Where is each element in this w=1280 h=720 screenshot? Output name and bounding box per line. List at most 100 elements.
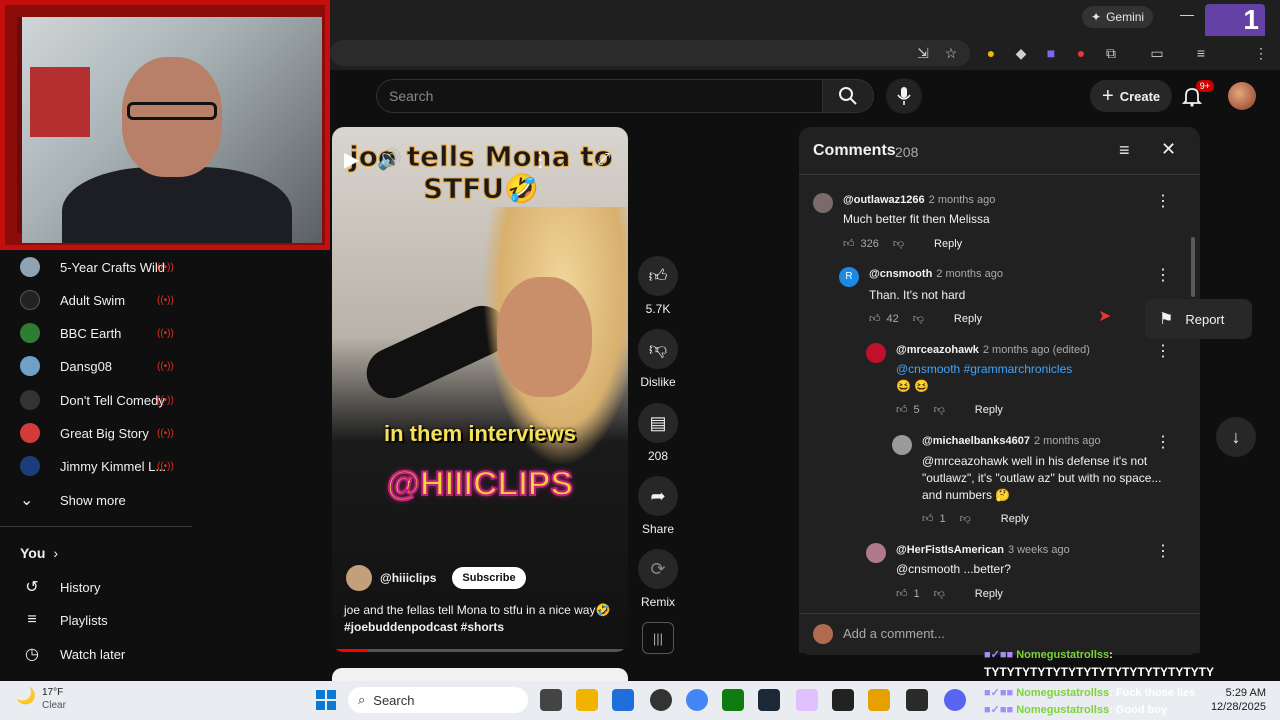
- app-icon[interactable]: [906, 689, 928, 711]
- sidebar-item-subscription[interactable]: 5-Year Crafts Wild ((•)): [20, 252, 190, 282]
- avatar[interactable]: [892, 435, 912, 455]
- voice-search-button[interactable]: [886, 78, 922, 114]
- bookmark-star-icon[interactable]: ☆: [942, 44, 960, 62]
- epic-games-icon[interactable]: [832, 689, 854, 711]
- extension-red-icon[interactable]: ●: [1072, 44, 1090, 62]
- comment-menu-icon[interactable]: ⋮: [1155, 341, 1171, 361]
- reply-button[interactable]: Reply: [954, 313, 982, 325]
- sidebar-item-watch-later[interactable]: ◷ Watch later: [20, 639, 190, 669]
- show-more-button[interactable]: ⌄ Show more: [20, 485, 190, 515]
- share-button[interactable]: ➦ Share: [638, 476, 678, 536]
- thumbs-down-icon[interactable]: 👎︎: [934, 403, 945, 416]
- like-button[interactable]: 👍︎ 5.7K: [638, 256, 678, 316]
- extension-twitch-icon[interactable]: ■: [1042, 44, 1060, 62]
- reply-button[interactable]: Reply: [1001, 513, 1029, 525]
- comment-author[interactable]: @outlawaz1266 2 months ago: [843, 194, 995, 206]
- thumbs-up-icon[interactable]: 👍︎: [843, 237, 855, 250]
- fullscreen-icon[interactable]: ⤢: [597, 151, 610, 169]
- discord-icon[interactable]: [944, 689, 966, 711]
- comment-menu-icon[interactable]: ⋮: [1155, 541, 1171, 561]
- comment-menu-icon[interactable]: ⋮: [1155, 191, 1171, 211]
- create-button[interactable]: + Create: [1090, 80, 1173, 112]
- install-icon[interactable]: ⇲: [914, 44, 932, 62]
- sidebar-item-subscription[interactable]: Don't Tell Comedy ((•)): [20, 385, 190, 415]
- more-icon[interactable]: ⋮: [530, 147, 550, 172]
- thumbs-down-icon[interactable]: 👎︎: [893, 237, 904, 250]
- task-view-icon[interactable]: [540, 689, 562, 711]
- sidebar-item-subscription[interactable]: Adult Swim ((•)): [20, 285, 190, 315]
- file-explorer-icon[interactable]: [576, 689, 598, 711]
- chrome-icon[interactable]: [686, 689, 708, 711]
- reply-button[interactable]: Reply: [975, 404, 1003, 416]
- system-clock[interactable]: 5:29 AM 12/28/2025: [1196, 686, 1266, 714]
- cast-icon[interactable]: ▭: [1148, 44, 1166, 62]
- close-icon[interactable]: ✕: [1161, 139, 1176, 160]
- reading-list-icon[interactable]: ≡: [1192, 44, 1210, 62]
- store-icon[interactable]: [612, 689, 634, 711]
- comment-author[interactable]: @cnsmooth 2 months ago: [869, 268, 1003, 280]
- subscribe-button[interactable]: Subscribe: [452, 567, 526, 589]
- comments-button[interactable]: ▤ 208: [638, 403, 678, 463]
- extension-diamond-icon[interactable]: ◆: [1012, 44, 1030, 62]
- search-button[interactable]: [822, 79, 874, 113]
- comment-menu-icon[interactable]: ⋮: [1155, 265, 1171, 285]
- audio-wave-icon[interactable]: |||: [642, 622, 674, 654]
- reply-button[interactable]: Reply: [934, 238, 962, 250]
- comment-author[interactable]: @HerFistIsAmerican 3 weeks ago: [896, 544, 1070, 556]
- reply-button[interactable]: Reply: [975, 588, 1003, 600]
- sidebar-item-subscription[interactable]: BBC Earth ((•)): [20, 318, 190, 348]
- next-video-preview[interactable]: [332, 668, 628, 682]
- thumbs-up-icon[interactable]: 👍︎: [869, 312, 881, 325]
- thumbs-down-icon[interactable]: 👎︎: [934, 587, 945, 600]
- avatar[interactable]: R: [839, 267, 859, 287]
- channel-name[interactable]: @hiiiclips: [380, 571, 436, 585]
- weather-icon[interactable]: 🌙: [16, 686, 36, 706]
- app-icon[interactable]: [796, 689, 818, 711]
- remix-button[interactable]: ⟳ Remix: [638, 549, 678, 609]
- search-input[interactable]: Search: [376, 79, 822, 113]
- comment-author[interactable]: @michaelbanks4607 2 months ago: [922, 435, 1101, 447]
- sort-icon[interactable]: ≡: [1119, 140, 1130, 161]
- play-icon[interactable]: ▶: [344, 147, 359, 172]
- you-section-header[interactable]: You ›: [20, 538, 190, 568]
- volume-icon[interactable]: 🔊: [377, 147, 402, 172]
- sidebar-item-subscription[interactable]: Great Big Story ((•)): [20, 418, 190, 448]
- taskbar-search[interactable]: ⌕ Search: [348, 687, 528, 713]
- channel-avatar[interactable]: [346, 565, 372, 591]
- account-avatar[interactable]: [1228, 82, 1256, 110]
- app-icon[interactable]: [868, 689, 890, 711]
- comment-author[interactable]: @mrceazohawk 2 months ago (edited): [896, 344, 1090, 356]
- sidebar-item-subscription[interactable]: Dansg08 ((•)): [20, 351, 190, 381]
- sidebar-item-playlists[interactable]: ≡ Playlists: [20, 605, 190, 635]
- sidebar-item-history[interactable]: ↺ History: [20, 572, 190, 602]
- extension-colorpicker-icon[interactable]: ●: [982, 44, 1000, 62]
- video-hashtags[interactable]: #joebuddenpodcast #shorts: [344, 619, 619, 636]
- weather-widget[interactable]: 17°F Clear: [42, 686, 66, 712]
- avatar[interactable]: [813, 193, 833, 213]
- gemini-button[interactable]: ✦ Gemini: [1082, 6, 1154, 28]
- comment-menu-icon[interactable]: ⋮: [1155, 432, 1171, 452]
- xbox-icon[interactable]: [722, 689, 744, 711]
- obs-icon[interactable]: [650, 689, 672, 711]
- thumbs-up-icon[interactable]: 👍︎: [896, 403, 908, 416]
- extensions-puzzle-icon[interactable]: ⧉: [1102, 44, 1120, 62]
- thumbs-up-icon[interactable]: 👍︎: [922, 512, 934, 525]
- report-menu-item[interactable]: ⚑ Report: [1145, 299, 1252, 339]
- video-progress-bar[interactable]: [332, 649, 628, 652]
- thumbs-up-icon[interactable]: 👍︎: [896, 587, 908, 600]
- browser-menu-icon[interactable]: ⋮: [1252, 44, 1270, 62]
- avatar[interactable]: [866, 543, 886, 563]
- thumbs-down-icon[interactable]: 👎︎: [960, 512, 971, 525]
- add-comment-field[interactable]: Add a comment...: [799, 613, 1200, 653]
- thumbs-down-icon[interactable]: 👎︎: [913, 312, 924, 325]
- sidebar-item-subscription[interactable]: Jimmy Kimmel L... ((•)): [20, 451, 190, 481]
- dislike-button[interactable]: 👎︎ Dislike: [638, 329, 678, 389]
- shorts-video-player[interactable]: joe tells Mona to STFU🤣 ▶ 🔊 ⋮ ⤢ in them …: [332, 127, 628, 652]
- notifications-button[interactable]: 9+: [1180, 80, 1214, 110]
- windows-start-icon[interactable]: [316, 690, 336, 710]
- url-field[interactable]: [330, 40, 970, 66]
- scroll-down-button[interactable]: ↓: [1216, 417, 1256, 457]
- minimize-icon[interactable]: —: [1180, 6, 1194, 22]
- comments-scrollbar[interactable]: [1191, 237, 1195, 297]
- avatar[interactable]: [866, 343, 886, 363]
